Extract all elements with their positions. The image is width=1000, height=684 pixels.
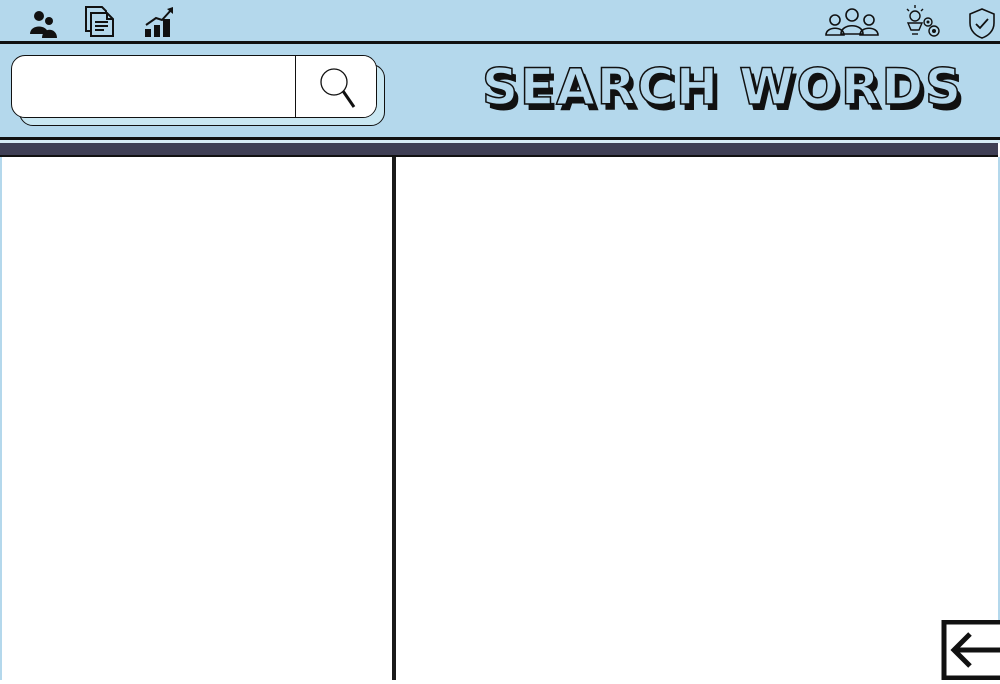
exit-arrow-icon bbox=[941, 619, 1000, 681]
search-button[interactable] bbox=[295, 56, 376, 117]
back-button[interactable] bbox=[940, 619, 1000, 681]
shield-check-icon[interactable] bbox=[968, 8, 996, 39]
word-detail-panel bbox=[396, 157, 1000, 680]
idea-settings-icon[interactable] bbox=[904, 4, 942, 40]
search-icon bbox=[320, 68, 356, 108]
team-icon[interactable] bbox=[824, 6, 880, 38]
content-band bbox=[0, 143, 998, 157]
growth-chart-icon[interactable] bbox=[144, 5, 176, 38]
word-list-panel bbox=[0, 157, 394, 680]
page-title: SEARCH WORDS SEARCH WORDS bbox=[481, 57, 965, 122]
search-bar bbox=[11, 55, 377, 118]
document-icon[interactable] bbox=[84, 5, 116, 38]
users-icon[interactable] bbox=[28, 8, 58, 38]
search-input[interactable] bbox=[12, 56, 318, 117]
top-toolbar bbox=[0, 0, 1000, 41]
svg-text:SEARCH WORDS: SEARCH WORDS bbox=[482, 58, 963, 116]
